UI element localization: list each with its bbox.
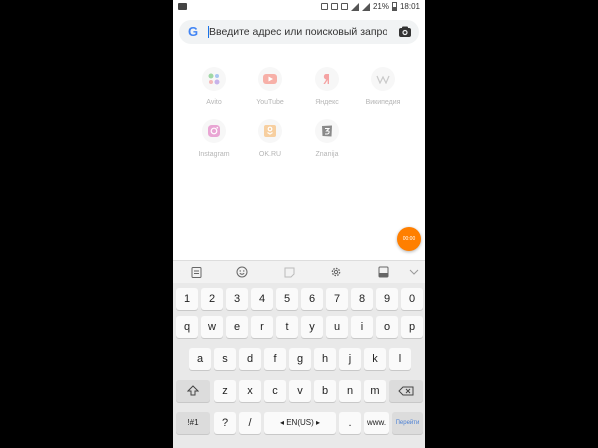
shortcut-label: Яндекс xyxy=(315,99,339,106)
shift-arrow-icon xyxy=(186,385,200,396)
key-q[interactable]: q xyxy=(176,316,198,338)
key-3[interactable]: 3 xyxy=(226,288,248,310)
key-l[interactable]: l xyxy=(389,348,411,370)
key-y[interactable]: y xyxy=(301,316,323,338)
settings-gear-icon[interactable] xyxy=(329,265,343,279)
ok-icon xyxy=(258,119,282,143)
key-i[interactable]: i xyxy=(351,316,373,338)
key-o[interactable]: o xyxy=(376,316,398,338)
wikipedia-icon xyxy=(371,67,395,91)
phone-screen: 21% 18:01 G Avito YouTube xyxy=(173,0,425,448)
key-0[interactable]: 0 xyxy=(401,288,423,310)
youtube-icon xyxy=(258,67,282,91)
key-v[interactable]: v xyxy=(289,380,311,402)
instagram-icon xyxy=(202,119,226,143)
key-w[interactable]: w xyxy=(201,316,223,338)
key-e[interactable]: e xyxy=(226,316,248,338)
sticker-icon[interactable] xyxy=(282,265,296,279)
clipboard-icon[interactable] xyxy=(189,265,203,279)
floating-recorder-button[interactable]: 00:00 xyxy=(397,227,421,251)
key-x[interactable]: x xyxy=(239,380,261,402)
shortcut-wikipedia[interactable]: Википедия xyxy=(358,67,408,106)
go-key[interactable]: Перейти xyxy=(392,412,423,434)
wifi-icon xyxy=(340,3,348,10)
key-question[interactable]: ? xyxy=(214,412,236,434)
key-g[interactable]: g xyxy=(289,348,311,370)
address-input[interactable] xyxy=(209,23,387,41)
key-n[interactable]: n xyxy=(339,380,361,402)
key-1[interactable]: 1 xyxy=(176,288,198,310)
shortcut-label: Википедия xyxy=(365,99,401,106)
key-k[interactable]: k xyxy=(364,348,386,370)
symbols-key[interactable]: !#1 xyxy=(176,412,210,434)
key-4[interactable]: 4 xyxy=(251,288,273,310)
shortcut-instagram[interactable]: Instagram xyxy=(189,119,239,158)
znanija-icon xyxy=(315,119,339,143)
shortcut-ok[interactable]: OK.RU xyxy=(245,119,295,158)
key-6[interactable]: 6 xyxy=(301,288,323,310)
address-bar[interactable]: G xyxy=(179,20,419,44)
status-right: 21% 18:01 xyxy=(320,2,420,11)
yandex-icon xyxy=(315,67,339,91)
key-c[interactable]: c xyxy=(264,380,286,402)
soft-keyboard: 1 2 3 4 5 6 7 8 9 0 q w e r t y u i o p … xyxy=(173,283,425,448)
chevron-down-icon[interactable] xyxy=(407,265,421,279)
video-recorder-icon xyxy=(178,3,187,10)
shortcut-label: Instagram xyxy=(198,151,230,158)
camera-icon[interactable] xyxy=(397,24,413,40)
key-8[interactable]: 8 xyxy=(351,288,373,310)
avito-icon xyxy=(202,67,226,91)
key-r[interactable]: r xyxy=(251,316,273,338)
www-key[interactable]: www. xyxy=(364,412,389,434)
shift-key[interactable] xyxy=(176,380,210,402)
shortcut-label: YouTube xyxy=(256,99,284,106)
key-t[interactable]: t xyxy=(276,316,298,338)
key-d[interactable]: d xyxy=(239,348,261,370)
status-bar: 21% 18:01 xyxy=(173,0,425,14)
shortcut-avito[interactable]: Avito xyxy=(189,67,239,106)
key-h[interactable]: h xyxy=(314,348,336,370)
key-u[interactable]: u xyxy=(326,316,348,338)
vibrate-icon xyxy=(330,3,338,10)
key-7[interactable]: 7 xyxy=(326,288,348,310)
key-slash[interactable]: / xyxy=(239,412,261,434)
key-a[interactable]: a xyxy=(189,348,211,370)
key-dot[interactable]: . xyxy=(339,412,361,434)
signal-2-icon xyxy=(361,2,370,11)
shortcut-label: Znanija xyxy=(315,151,339,158)
key-f[interactable]: f xyxy=(264,348,286,370)
key-b[interactable]: b xyxy=(314,380,336,402)
key-p[interactable]: p xyxy=(401,316,423,338)
battery-icon xyxy=(391,2,397,11)
signal-icon xyxy=(350,2,359,11)
key-5[interactable]: 5 xyxy=(276,288,298,310)
google-logo-icon: G xyxy=(187,24,199,39)
shortcut-youtube[interactable]: YouTube xyxy=(245,67,295,106)
key-2[interactable]: 2 xyxy=(201,288,223,310)
shortcut-label: OK.RU xyxy=(258,151,282,158)
screenshot-icon xyxy=(320,3,328,10)
key-s[interactable]: s xyxy=(214,348,236,370)
space-key[interactable]: ◂ EN(US) ▸ xyxy=(264,412,336,434)
key-z[interactable]: z xyxy=(214,380,236,402)
backspace-icon xyxy=(398,386,414,396)
key-9[interactable]: 9 xyxy=(376,288,398,310)
keyboard-toolbar xyxy=(173,260,425,283)
clock: 18:01 xyxy=(399,2,420,11)
backspace-key[interactable] xyxy=(389,380,423,402)
shortcut-label: Avito xyxy=(206,99,222,106)
shortcut-yandex[interactable]: Яндекс xyxy=(302,67,352,106)
key-j[interactable]: j xyxy=(339,348,361,370)
battery-percent: 21% xyxy=(372,2,389,11)
shortcut-znanija[interactable]: Znanija xyxy=(302,119,352,158)
keyboard-mode-icon[interactable] xyxy=(376,265,390,279)
emoji-icon[interactable] xyxy=(235,265,249,279)
key-m[interactable]: m xyxy=(364,380,386,402)
